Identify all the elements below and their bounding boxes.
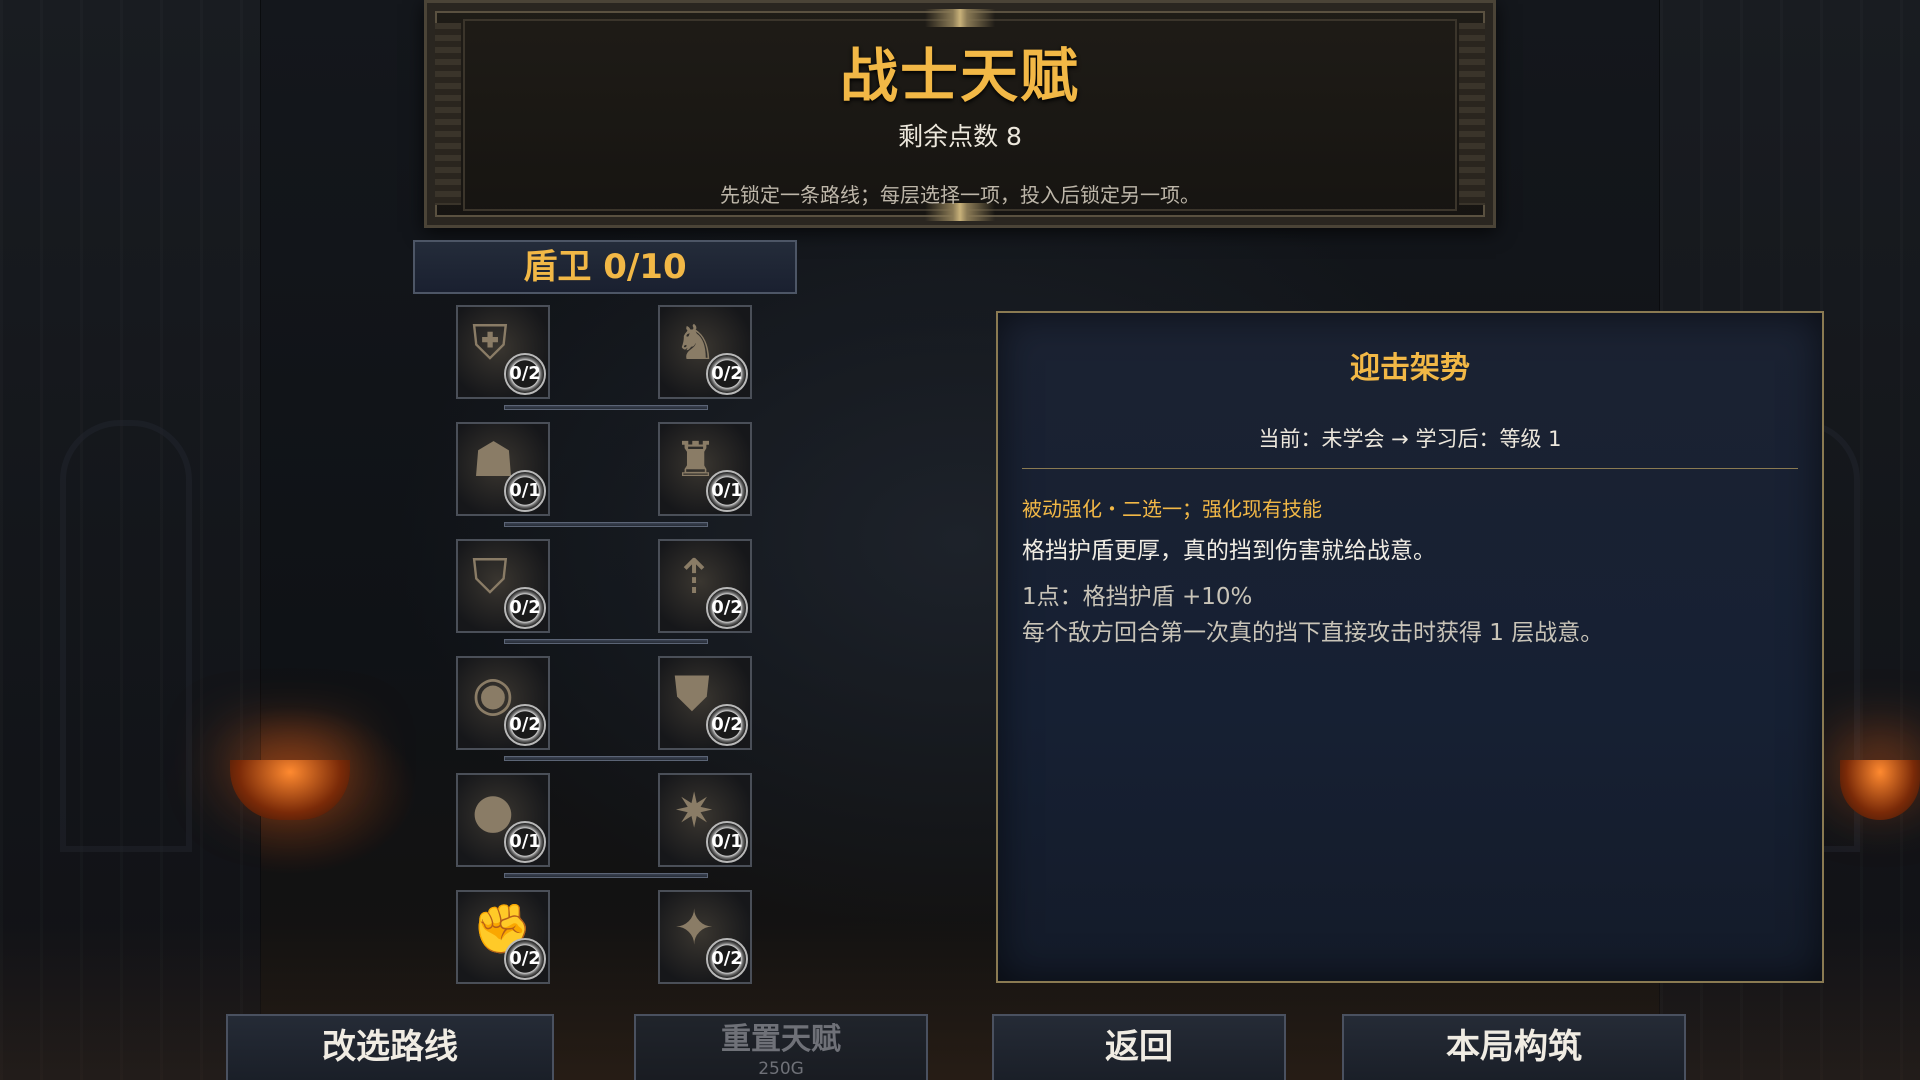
tier-connector xyxy=(504,405,708,410)
layered-shield-icon: ⛉ xyxy=(472,549,509,605)
talent-node-1-right[interactable]: ♞ 0/2 xyxy=(658,305,752,399)
tier-connector xyxy=(504,873,708,878)
back-button[interactable]: 返回 xyxy=(992,1014,1286,1080)
talent-rank-badge: 0/1 xyxy=(706,821,748,863)
talent-extra-effect: 每个敌方回合第一次真的挡下直接攻击时获得 1 层战意。 xyxy=(1022,620,1604,646)
build-button[interactable]: 本局构筑 xyxy=(1342,1014,1686,1080)
talent-tag: 被动强化・二选一；强化现有技能 xyxy=(1022,497,1322,521)
talent-rank-badge: 0/1 xyxy=(504,821,546,863)
talent-rank-badge: 0/2 xyxy=(504,938,546,980)
header-ornament-top xyxy=(925,9,995,27)
talent-node-4-left[interactable]: ◉ 0/2 xyxy=(456,656,550,750)
talent-tree: ⛨ 0/2 ♞ 0/2 ☗ 0/1 ♜ 0/1 ⛉ 0/2 ⇡ 0/2 ◉ 0/2 ⛊ 0/2 ● 0/1 ✷ 0/1… xyxy=(456,305,756,987)
reset-talents-label: 重置天赋 xyxy=(721,1022,841,1057)
talent-state: 当前：未学会 → 学习后：等级 1 xyxy=(1258,427,1562,451)
talent-rank-badge: 0/2 xyxy=(706,353,748,395)
talent-node-2-right[interactable]: ♜ 0/1 xyxy=(658,422,752,516)
talent-rank-badge: 0/1 xyxy=(504,470,546,512)
talent-header-panel: 战士天赋 剩余点数 8 先锁定一条路线；每层选择一项，投入后锁定另一项。 xyxy=(424,0,1496,228)
tier-connector xyxy=(504,522,708,527)
talent-node-6-left[interactable]: ✊ 0/2 xyxy=(456,890,550,984)
talent-rank-badge: 0/2 xyxy=(504,353,546,395)
talent-rank-badge: 0/2 xyxy=(706,938,748,980)
talent-node-4-right[interactable]: ⛊ 0/2 xyxy=(658,656,752,750)
tier-connector xyxy=(504,639,708,644)
branch-title: 盾卫 0/10 xyxy=(413,240,797,294)
talent-rank-badge: 0/2 xyxy=(706,704,748,746)
remaining-points: 剩余点数 8 xyxy=(898,122,1022,151)
talent-node-3-left[interactable]: ⛉ 0/2 xyxy=(456,539,550,633)
talent-node-3-right[interactable]: ⇡ 0/2 xyxy=(658,539,752,633)
tier-connector xyxy=(504,756,708,761)
shield-bash-icon: ⛨ xyxy=(472,315,509,371)
background-arch-left xyxy=(60,420,192,852)
talent-node-6-right[interactable]: ✦ 0/2 xyxy=(658,890,752,984)
talent-node-1-left[interactable]: ⛨ 0/2 xyxy=(456,305,550,399)
instruction-hint: 先锁定一条路线；每层选择一项，投入后锁定另一项。 xyxy=(720,183,1200,207)
talent-name: 迎击架势 xyxy=(1350,351,1470,386)
reset-talents-button[interactable]: 重置天赋 250G xyxy=(634,1014,928,1080)
talent-rank-badge: 0/2 xyxy=(706,587,748,629)
change-route-button[interactable]: 改选路线 xyxy=(226,1014,554,1080)
talent-rank-badge: 0/1 xyxy=(706,470,748,512)
talent-detail-panel: 迎击架势 当前：未学会 → 学习后：等级 1 被动强化・二选一；强化现有技能 格… xyxy=(996,311,1824,983)
talent-description: 格挡护盾更厚，真的挡到伤害就给战意。 xyxy=(1022,538,1436,564)
armored-crest-icon: ⛊ xyxy=(674,666,711,722)
talent-node-5-left[interactable]: ● 0/1 xyxy=(456,773,550,867)
detail-divider xyxy=(1022,468,1798,469)
reset-cost-label: 250G xyxy=(758,1059,804,1079)
talent-rank-badge: 0/2 xyxy=(504,587,546,629)
talent-node-5-right[interactable]: ✷ 0/1 xyxy=(658,773,752,867)
talent-rank-effect: 1点：格挡护盾 +10% xyxy=(1022,584,1253,610)
talent-node-2-left[interactable]: ☗ 0/1 xyxy=(456,422,550,516)
talent-rank-badge: 0/2 xyxy=(504,704,546,746)
page-title: 战士天赋 xyxy=(839,42,1080,110)
